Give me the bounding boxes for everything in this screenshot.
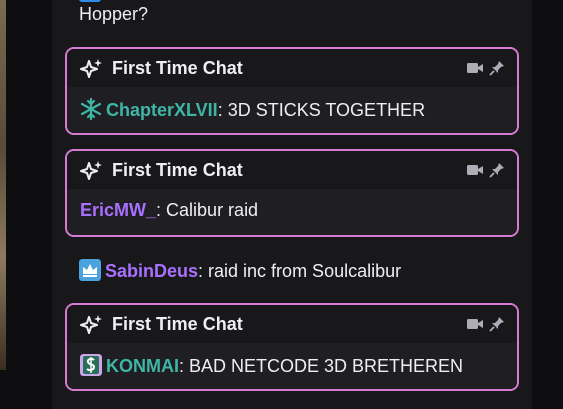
first-time-chat-card[interactable]: First Time Chat KONMAI: BAD NETCODE 3D B… (65, 303, 519, 391)
chat-message-text: : raid inc from Soulcalibur (198, 261, 402, 281)
sparkle-icon (80, 59, 102, 78)
chat-username[interactable]: KONMAI (106, 356, 179, 376)
crown-icon (79, 259, 101, 281)
video-camera-icon[interactable] (467, 164, 483, 176)
video-camera-icon[interactable] (467, 62, 483, 74)
card-header: First Time Chat (67, 151, 517, 189)
snowflake-icon (80, 98, 102, 120)
chat-line: EricMW_: Calibur raid (80, 200, 258, 221)
chat-message-text: : BAD NETCODE 3D BRETHEREN (179, 356, 464, 376)
chat-username[interactable]: SabinDeus (105, 261, 198, 281)
stream-bottom-bar (0, 392, 46, 409)
card-body: ChapterXLVII: 3D STICKS TOGETHER (67, 87, 517, 133)
chat-message-text: : 3D STICKS TOGETHER (217, 100, 426, 120)
sparkle-icon (80, 161, 102, 180)
sparkle-icon (80, 315, 102, 334)
card-title: First Time Chat (112, 160, 243, 180)
pin-icon[interactable] (489, 162, 505, 178)
pin-icon[interactable] (489, 60, 505, 76)
card-title: First Time Chat (112, 314, 243, 334)
chat-line: SabinDeus: raid inc from Soulcalibur (79, 259, 401, 282)
card-title: First Time Chat (112, 58, 243, 78)
card-header: First Time Chat (67, 305, 517, 343)
dollar-badge-icon (80, 354, 102, 376)
video-camera-icon[interactable] (467, 318, 483, 330)
stream-video-edge (0, 0, 6, 370)
chat-line: ChapterXLVII: 3D STICKS TOGETHER (80, 98, 425, 121)
chat-bottom-edge (52, 398, 532, 409)
fragment-text: Hopper? (79, 4, 149, 24)
card-header: First Time Chat (67, 49, 517, 87)
pin-icon[interactable] (489, 316, 505, 332)
chat-username[interactable]: ChapterXLVII (106, 100, 218, 120)
badge-fragment-icon (79, 0, 101, 2)
chat-username[interactable]: EricMW_ (80, 200, 156, 220)
card-body: KONMAI: BAD NETCODE 3D BRETHEREN (67, 343, 517, 389)
card-body: EricMW_: Calibur raid (67, 189, 517, 235)
chat-line: KONMAI: BAD NETCODE 3D BRETHEREN (80, 354, 463, 377)
first-time-chat-card[interactable]: First Time Chat ChapterXLVII: 3D STICKS … (65, 47, 519, 135)
right-gutter (532, 0, 563, 409)
chat-message-fragment: Hopper? (79, 0, 149, 25)
chat-message-text: : Calibur raid (156, 200, 259, 220)
first-time-chat-card[interactable]: First Time Chat EricMW_: Calibur raid (65, 149, 519, 237)
